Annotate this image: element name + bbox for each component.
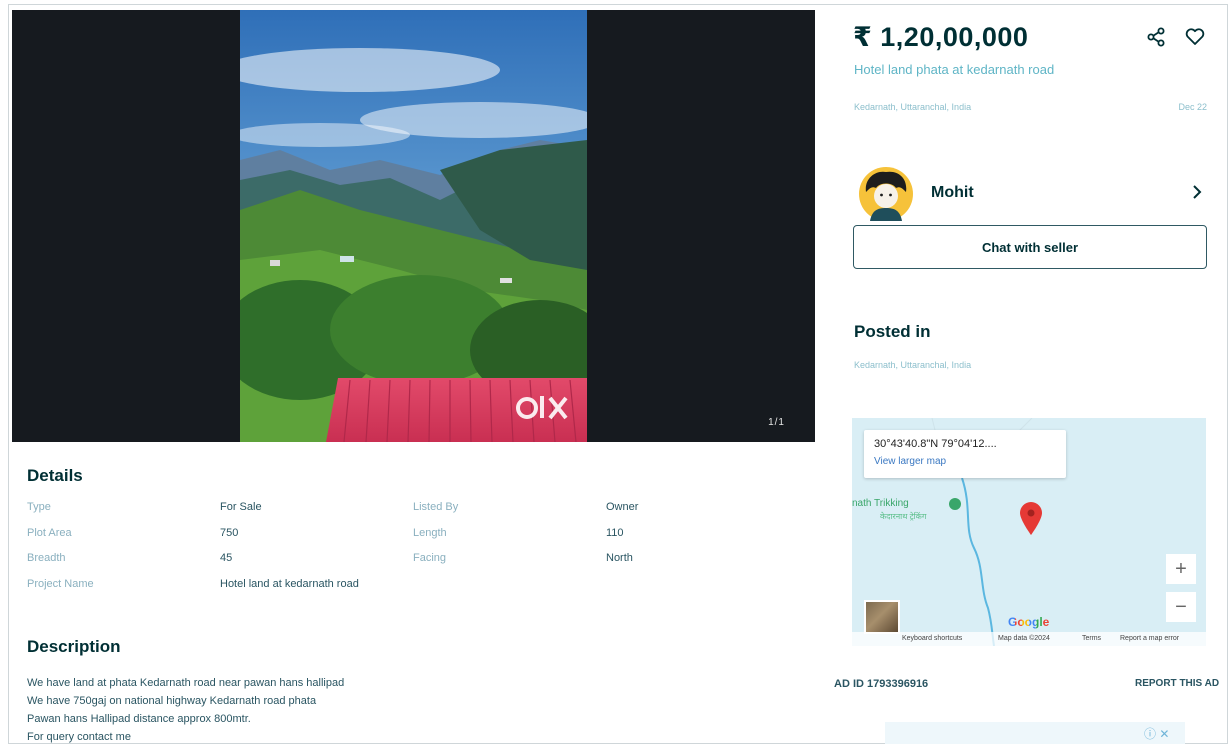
ad-banner[interactable] (885, 722, 1185, 744)
detail-value-length: 110 (606, 527, 624, 539)
detail-value-listed-by: Owner (606, 501, 639, 513)
description-line: We have land at phata Kedarnath road nea… (27, 677, 345, 689)
heart-icon[interactable] (1184, 26, 1206, 48)
map-pin-icon[interactable] (1018, 500, 1044, 536)
listing-photo[interactable] (240, 10, 587, 442)
description-line: We have 750gaj on national highway Kedar… (27, 695, 317, 707)
map-keyboard-shortcuts[interactable]: Keyboard shortcuts (902, 635, 962, 642)
detail-key-length: Length (413, 527, 447, 539)
share-icon[interactable] (1145, 26, 1167, 48)
detail-value-plot-area: 750 (220, 527, 239, 539)
listing-date: Dec 22 (1178, 102, 1207, 112)
description-text: We have land at phata Kedarnath road nea… (27, 674, 344, 746)
map-place-label: nath Trikking (852, 498, 909, 509)
listing-location: Kedarnath, Uttaranchal, India (854, 102, 972, 112)
report-ad-link[interactable]: REPORT THIS AD (1135, 678, 1219, 689)
description-line: Pawan hans Hallipad distance approx 800m… (27, 713, 251, 725)
detail-value-project-name: Hotel land at kedarnath road (220, 578, 359, 590)
detail-key-listed-by: Listed By (413, 501, 459, 513)
seller-avatar[interactable] (856, 166, 916, 222)
ad-id: AD ID 1793396916 (834, 678, 929, 690)
posted-in-heading: Posted in (854, 322, 931, 341)
google-logo-text: Google (1008, 615, 1050, 629)
description-line: For query contact me (27, 731, 131, 743)
detail-value-type: For Sale (220, 501, 262, 513)
detail-key-breadth: Breadth (27, 552, 66, 564)
detail-key-plot-area: Plot Area (27, 527, 72, 539)
map-zoom-out-button[interactable]: − (1166, 592, 1196, 622)
map-data-credit: Map data ©2024 (998, 635, 1050, 642)
detail-key-type: Type (27, 501, 51, 513)
view-larger-map-link[interactable]: View larger map (874, 456, 946, 467)
listing-title: Hotel land phata at kedarnath road (854, 62, 1055, 77)
seller-name[interactable]: Mohit (931, 184, 974, 202)
image-counter: 1/1 (768, 417, 785, 428)
map-footer: Keyboard shortcuts Map data ©2024 Terms … (852, 632, 1206, 646)
posted-in-location: Kedarnath, Uttaranchal, India (854, 360, 972, 370)
detail-value-facing: North (606, 552, 633, 564)
map-report-error-link[interactable]: Report a map error (1120, 635, 1179, 642)
description-heading: Description (27, 637, 121, 656)
detail-key-project-name: Project Name (27, 578, 94, 590)
map-place-sublabel: केदारनाथ ट्रेकिंग (880, 512, 927, 521)
detail-value-breadth: 45 (220, 552, 233, 564)
listing-price: ₹ 1,20,00,000 (853, 22, 1029, 52)
detail-key-facing: Facing (413, 552, 447, 564)
map-terms-link[interactable]: Terms (1082, 635, 1101, 642)
map-zoom-in-button[interactable]: + (1166, 554, 1196, 584)
google-logo: Google (1008, 615, 1049, 629)
map-coordinates: 30°43'40.8"N 79°04'12.... (874, 438, 997, 450)
image-gallery[interactable]: 1/1 (12, 10, 815, 442)
chevron-right-icon[interactable] (1190, 183, 1204, 201)
details-heading: Details (27, 466, 83, 485)
ad-choices-icon[interactable]: ⓘ ✕ (1144, 725, 1169, 742)
chat-with-seller-button[interactable]: Chat with seller (853, 225, 1207, 269)
map-satellite-toggle[interactable] (864, 600, 900, 634)
location-map[interactable]: 30°43'40.8"N 79°04'12.... View larger ma… (852, 418, 1206, 646)
coordinate-card: 30°43'40.8"N 79°04'12.... View larger ma… (864, 430, 1066, 478)
